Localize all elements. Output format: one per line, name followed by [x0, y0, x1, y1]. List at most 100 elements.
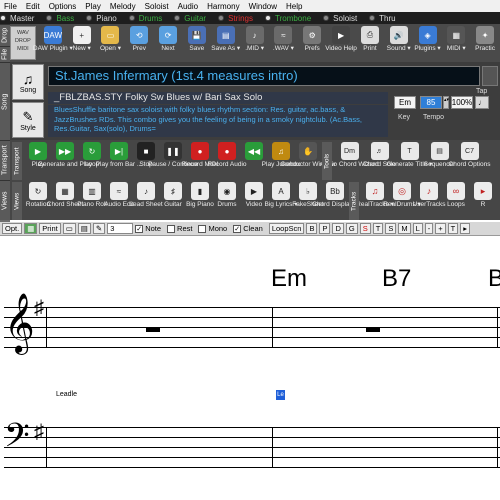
title-scroll[interactable]	[482, 66, 498, 86]
video-button[interactable]: ▶ Video	[241, 182, 267, 220]
lyric-cursor[interactable]: Le	[276, 390, 285, 400]
record-audio-button[interactable]: ● Record Audio	[207, 142, 247, 180]
track-letter-button[interactable]: M	[398, 223, 411, 234]
save-button[interactable]: 💾 Save	[183, 26, 211, 52]
view-icon-1[interactable]: ▭	[62, 223, 76, 234]
guitar-button[interactable]: ♯ Guitar	[160, 182, 186, 220]
generate-title-button[interactable]: T Generate Title ▾	[387, 142, 432, 180]
track-radio-icon[interactable]	[369, 15, 376, 21]
chord-display-button[interactable]: Bb Chord Display ▾	[312, 182, 358, 220]
track-letter-button[interactable]: B	[306, 223, 318, 234]
track-bass[interactable]: Bass	[46, 14, 74, 23]
zoom-field[interactable]: 100%	[451, 96, 473, 109]
piano-roll-button[interactable]: ▥ Piano Roll	[77, 182, 107, 220]
generate-play-button[interactable]: ▶▶ Generate and Play	[38, 142, 92, 180]
video-help-button[interactable]: ▶ Video Help	[325, 26, 357, 52]
track-letter-button[interactable]: S	[359, 223, 371, 234]
notation-window[interactable]: Em B7 B 𝄞 ♯ Leadle Le 𝄢 ♯	[0, 237, 500, 500]
menu-audio[interactable]: Audio	[178, 2, 198, 11]
print-button[interactable]: Print	[39, 223, 61, 234]
mid-button[interactable]: ♪ .MID ▾	[241, 26, 269, 52]
menu-file[interactable]: File	[4, 2, 17, 11]
opt-button[interactable]: Opt.	[2, 223, 23, 234]
tempo-field[interactable]: 85	[420, 96, 442, 109]
usertracks-button[interactable]: ♪ UserTracks	[413, 182, 446, 220]
l-button[interactable]: L	[412, 223, 423, 234]
menu-edit[interactable]: Edit	[26, 2, 40, 11]
wav-drop-zone[interactable]: WAV DROP MIDI	[10, 26, 36, 60]
wav-button[interactable]: ≈ .WAV ▾	[270, 26, 298, 52]
more-button[interactable]: ▸ R	[470, 182, 496, 220]
track-radio-icon[interactable]	[128, 15, 135, 21]
track-radio-icon[interactable]	[46, 15, 53, 21]
song-button[interactable]: ♫ Song	[12, 64, 44, 100]
grid-icon[interactable]: ▦	[24, 223, 38, 234]
track-letter-button[interactable]: P	[319, 223, 331, 234]
track-radio-icon[interactable]	[174, 15, 181, 21]
loopscn-button[interactable]: LoopScn	[268, 223, 305, 234]
menu-harmony[interactable]: Harmony	[207, 2, 239, 11]
view-icon-2[interactable]: ▤	[77, 223, 91, 234]
tempo-spinner[interactable]: ▴▾	[443, 96, 449, 109]
tap-label[interactable]: Tap	[476, 88, 487, 95]
track-radio-icon[interactable]	[218, 15, 225, 21]
midi-button[interactable]: ▦ MIDI ▾	[442, 26, 470, 52]
audio-edit-button[interactable]: ≈ Audio Edit	[104, 182, 134, 220]
lead-sheet-button[interactable]: ♪ Lead Sheet	[129, 182, 163, 220]
measures-per-line[interactable]: 3	[107, 223, 134, 234]
metronome-icon[interactable]: ♩	[475, 96, 489, 109]
drawer-label-song[interactable]: Song	[0, 62, 10, 140]
prefs-button[interactable]: ⚙ Prefs	[298, 26, 326, 52]
style-button[interactable]: ✎ Style	[12, 102, 44, 138]
chord-symbol[interactable]: Em	[271, 265, 307, 293]
play-from-bar-button[interactable]: ▶| Play from Bar ...	[96, 142, 142, 180]
track-letter-button[interactable]: G	[345, 223, 358, 234]
chord-sheet-button[interactable]: ▦ Chord Sheet	[47, 182, 83, 220]
prev-button[interactable]: ⟲ Prev	[125, 26, 153, 52]
style-name[interactable]: _FBLZBAS.STY Folky Sw Blues w/ Bari Sax …	[48, 92, 388, 104]
plugins-button[interactable]: ◈ Plugins ▾	[414, 26, 442, 52]
chord-symbol[interactable]: B	[488, 265, 500, 293]
track-letter-button[interactable]: S	[385, 223, 397, 234]
mono-checkbox[interactable]: Mono	[198, 224, 227, 233]
new-button[interactable]: + New ▾	[68, 26, 96, 52]
t-button[interactable]: T	[447, 223, 459, 234]
track-letter-button[interactable]: D	[332, 223, 344, 234]
save-as-button[interactable]: ▤ Save As ▾	[211, 26, 240, 52]
drawer-label-drop[interactable]: Drop	[0, 24, 10, 46]
menu-help[interactable]: Help	[286, 2, 302, 11]
drawer-label-views[interactable]: Views	[0, 180, 10, 220]
key-field[interactable]: Em	[394, 96, 416, 109]
sound-button[interactable]: 🔊 Sound ▾	[385, 26, 413, 52]
practice-button[interactable]: ✦ Practic	[471, 26, 499, 52]
realdrums-button[interactable]: ◎ RealDrums ▾	[383, 182, 421, 220]
wav-drop-button[interactable]: DAW DAW Plugin ▾	[33, 26, 73, 52]
drawer-label-transport[interactable]: Transport	[0, 140, 10, 180]
arrow-button[interactable]: ▸	[460, 223, 471, 234]
plus-button[interactable]: +	[435, 223, 446, 234]
track-drums[interactable]: Drums	[128, 14, 162, 23]
conductor-button[interactable]: ✋ Conductor Window	[281, 142, 335, 180]
drawer-label-file[interactable]: File	[0, 46, 10, 62]
track-soloist[interactable]: Soloist	[323, 14, 357, 23]
track-thru[interactable]: Thru	[369, 14, 396, 23]
minus-button[interactable]: -	[424, 223, 434, 234]
menu-window[interactable]: Window	[249, 2, 277, 11]
track-piano[interactable]: Piano	[86, 14, 117, 23]
track-radio-icon[interactable]	[323, 15, 330, 21]
note-checkbox[interactable]: ✓ Note	[135, 224, 161, 233]
track-strings[interactable]: Strings	[218, 14, 253, 23]
track-guitar[interactable]: Guitar	[174, 14, 206, 23]
menu-options[interactable]: Options	[49, 2, 77, 11]
loops-button[interactable]: ∞ Loops	[443, 182, 469, 220]
track-radio-icon[interactable]	[0, 15, 6, 21]
chord-symbol[interactable]: B7	[382, 265, 411, 293]
big-lyrics-button[interactable]: A Big Lyrics ▾	[265, 182, 298, 220]
track-letter-button[interactable]: T	[372, 223, 384, 234]
open-button[interactable]: ▭ Open ▾	[97, 26, 125, 52]
drums-button[interactable]: ◉ Drums	[214, 182, 240, 220]
song-title-field[interactable]: St.James Infermary (1st.4 measures intro…	[48, 66, 480, 86]
view-icon-3[interactable]: ✎	[92, 223, 106, 234]
audio-chord-wizard-button[interactable]: Dm Audio Chord Wizard	[320, 142, 379, 180]
next-button[interactable]: ⟳ Next	[154, 26, 182, 52]
